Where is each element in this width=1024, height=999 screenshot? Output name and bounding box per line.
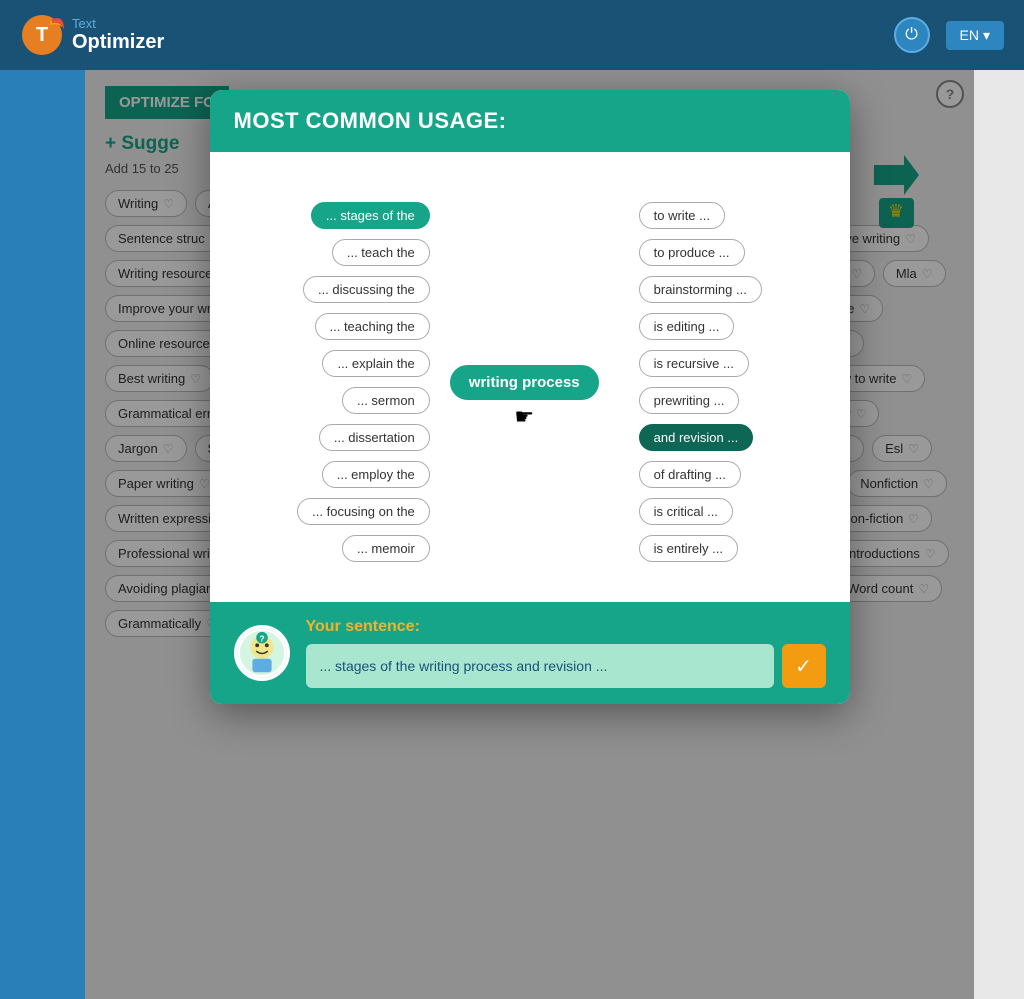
left-phrase[interactable]: ... memoir	[342, 535, 430, 562]
logo-area: T Text Optimizer	[20, 13, 164, 57]
modal-header: MOST COMMON USAGE:	[210, 90, 850, 152]
header: T Text Optimizer ⏻ EN ▾	[0, 0, 1024, 70]
logo-text-bottom: Optimizer	[72, 31, 164, 53]
right-phrase[interactable]: is editing ...	[639, 313, 735, 340]
logo-text-top: Text	[72, 16, 164, 31]
diagram-container: ... stages of the ... teach the ... discus…	[234, 182, 826, 582]
right-phrase[interactable]: of drafting ...	[639, 461, 741, 488]
left-phrase[interactable]: ... employ the	[322, 461, 430, 488]
right-panel	[974, 70, 1024, 999]
sentence-input-row: ✓	[306, 644, 826, 688]
left-phrase[interactable]: ... teach the	[332, 239, 430, 266]
left-phrase[interactable]: ... dissertation	[319, 424, 430, 451]
sentence-input[interactable]	[306, 644, 774, 688]
svg-text:T: T	[36, 24, 48, 46]
modal-body: ... stages of the ... teach the ... discus…	[210, 152, 850, 602]
right-phrase[interactable]: is critical ...	[639, 498, 733, 525]
logo-icon: T	[20, 13, 64, 57]
svg-text:?: ?	[259, 633, 264, 643]
right-phrases: to write ... to produce ... brainstorming …	[639, 202, 762, 562]
right-phrase[interactable]: and revision ...	[639, 424, 754, 451]
confirm-button[interactable]: ✓	[782, 644, 826, 688]
sentence-label: Your sentence:	[306, 618, 826, 636]
sentence-section: Your sentence: ✓	[306, 618, 826, 688]
left-phrase[interactable]: ... stages of the	[311, 202, 430, 229]
header-right: ⏻ EN ▾	[894, 17, 1004, 53]
center-term: writing process ☛	[450, 365, 599, 400]
right-phrase[interactable]: to produce ...	[639, 239, 745, 266]
main-area: OPTIMIZE FO + Sugge Add 15 to 25 Writing…	[0, 70, 1024, 999]
right-phrase[interactable]: prewriting ...	[639, 387, 740, 414]
robot-icon: ?	[234, 625, 290, 681]
left-phrase[interactable]: ... discussing the	[303, 276, 430, 303]
left-phrase[interactable]: ... explain the	[322, 350, 429, 377]
modal-overlay[interactable]: MOST COMMON USAGE: ... stages of the... …	[85, 70, 974, 999]
hand-cursor-icon: ☛	[514, 404, 534, 430]
left-phrase[interactable]: ... sermon	[342, 387, 430, 414]
modal: MOST COMMON USAGE: ... stages of the... …	[210, 90, 850, 704]
right-phrase[interactable]: brainstorming ...	[639, 276, 762, 303]
right-phrase[interactable]: to write ...	[639, 202, 725, 229]
content-area: OPTIMIZE FO + Sugge Add 15 to 25 Writing…	[85, 70, 974, 999]
sidebar	[0, 70, 85, 999]
left-phrases: ... stages of the ... teach the ... discus…	[297, 202, 430, 562]
power-button[interactable]: ⏻	[894, 17, 930, 53]
modal-title: MOST COMMON USAGE:	[234, 108, 826, 134]
right-phrase[interactable]: is entirely ...	[639, 535, 738, 562]
left-phrase[interactable]: ... teaching the	[315, 313, 430, 340]
language-selector[interactable]: EN ▾	[946, 21, 1004, 50]
left-phrase[interactable]: ... focusing on the	[297, 498, 430, 525]
modal-footer: ? Your sentence: ✓	[210, 602, 850, 704]
center-pill[interactable]: writing process	[450, 365, 599, 400]
right-phrase[interactable]: is recursive ...	[639, 350, 749, 377]
